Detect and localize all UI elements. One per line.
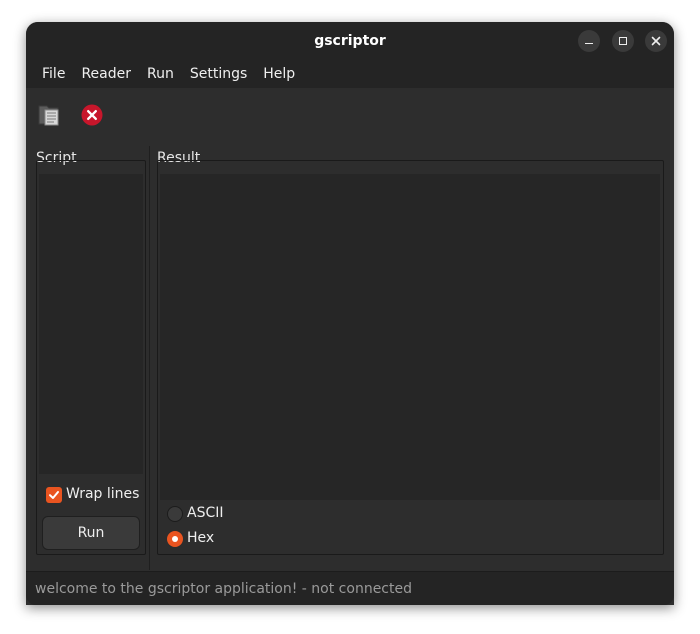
pane-separator[interactable] [149,146,150,570]
hex-radio[interactable] [167,531,183,547]
maximize-icon [619,37,627,45]
wrap-lines-checkbox[interactable] [46,487,62,503]
status-text: welcome to the gscriptor application! - … [35,580,412,597]
close-icon [651,36,661,46]
status-bar: welcome to the gscriptor application! - … [26,571,674,605]
maximize-button[interactable] [612,30,634,52]
window-title: gscriptor [314,33,386,49]
menu-help[interactable]: Help [255,66,303,82]
hex-radio-label[interactable]: Hex [187,530,214,546]
ascii-radio-label[interactable]: ASCII [187,505,224,521]
close-button[interactable] [645,30,667,52]
menu-reader[interactable]: Reader [73,66,139,82]
menu-settings[interactable]: Settings [182,66,255,82]
minimize-icon [585,42,593,44]
menu-file[interactable]: File [34,66,73,82]
wrap-lines-label[interactable]: Wrap lines [66,486,139,502]
run-button[interactable]: Run [42,516,140,550]
script-editor[interactable] [39,174,143,474]
toolbar [26,88,674,144]
minimize-button[interactable] [578,30,600,52]
stop-button[interactable] [81,104,103,126]
menu-run[interactable]: Run [139,66,182,82]
checkmark-icon [49,491,59,499]
radio-dot [172,536,178,542]
open-file-icon [38,105,59,126]
title-bar[interactable]: gscriptor [26,22,674,60]
menu-bar: File Reader Run Settings Help [26,60,674,88]
stop-icon [81,104,103,126]
ascii-radio[interactable] [167,506,183,522]
app-window: gscriptor File Reader Run Settings Help [26,22,674,605]
result-view[interactable] [160,174,660,500]
open-file-button[interactable] [38,102,64,126]
